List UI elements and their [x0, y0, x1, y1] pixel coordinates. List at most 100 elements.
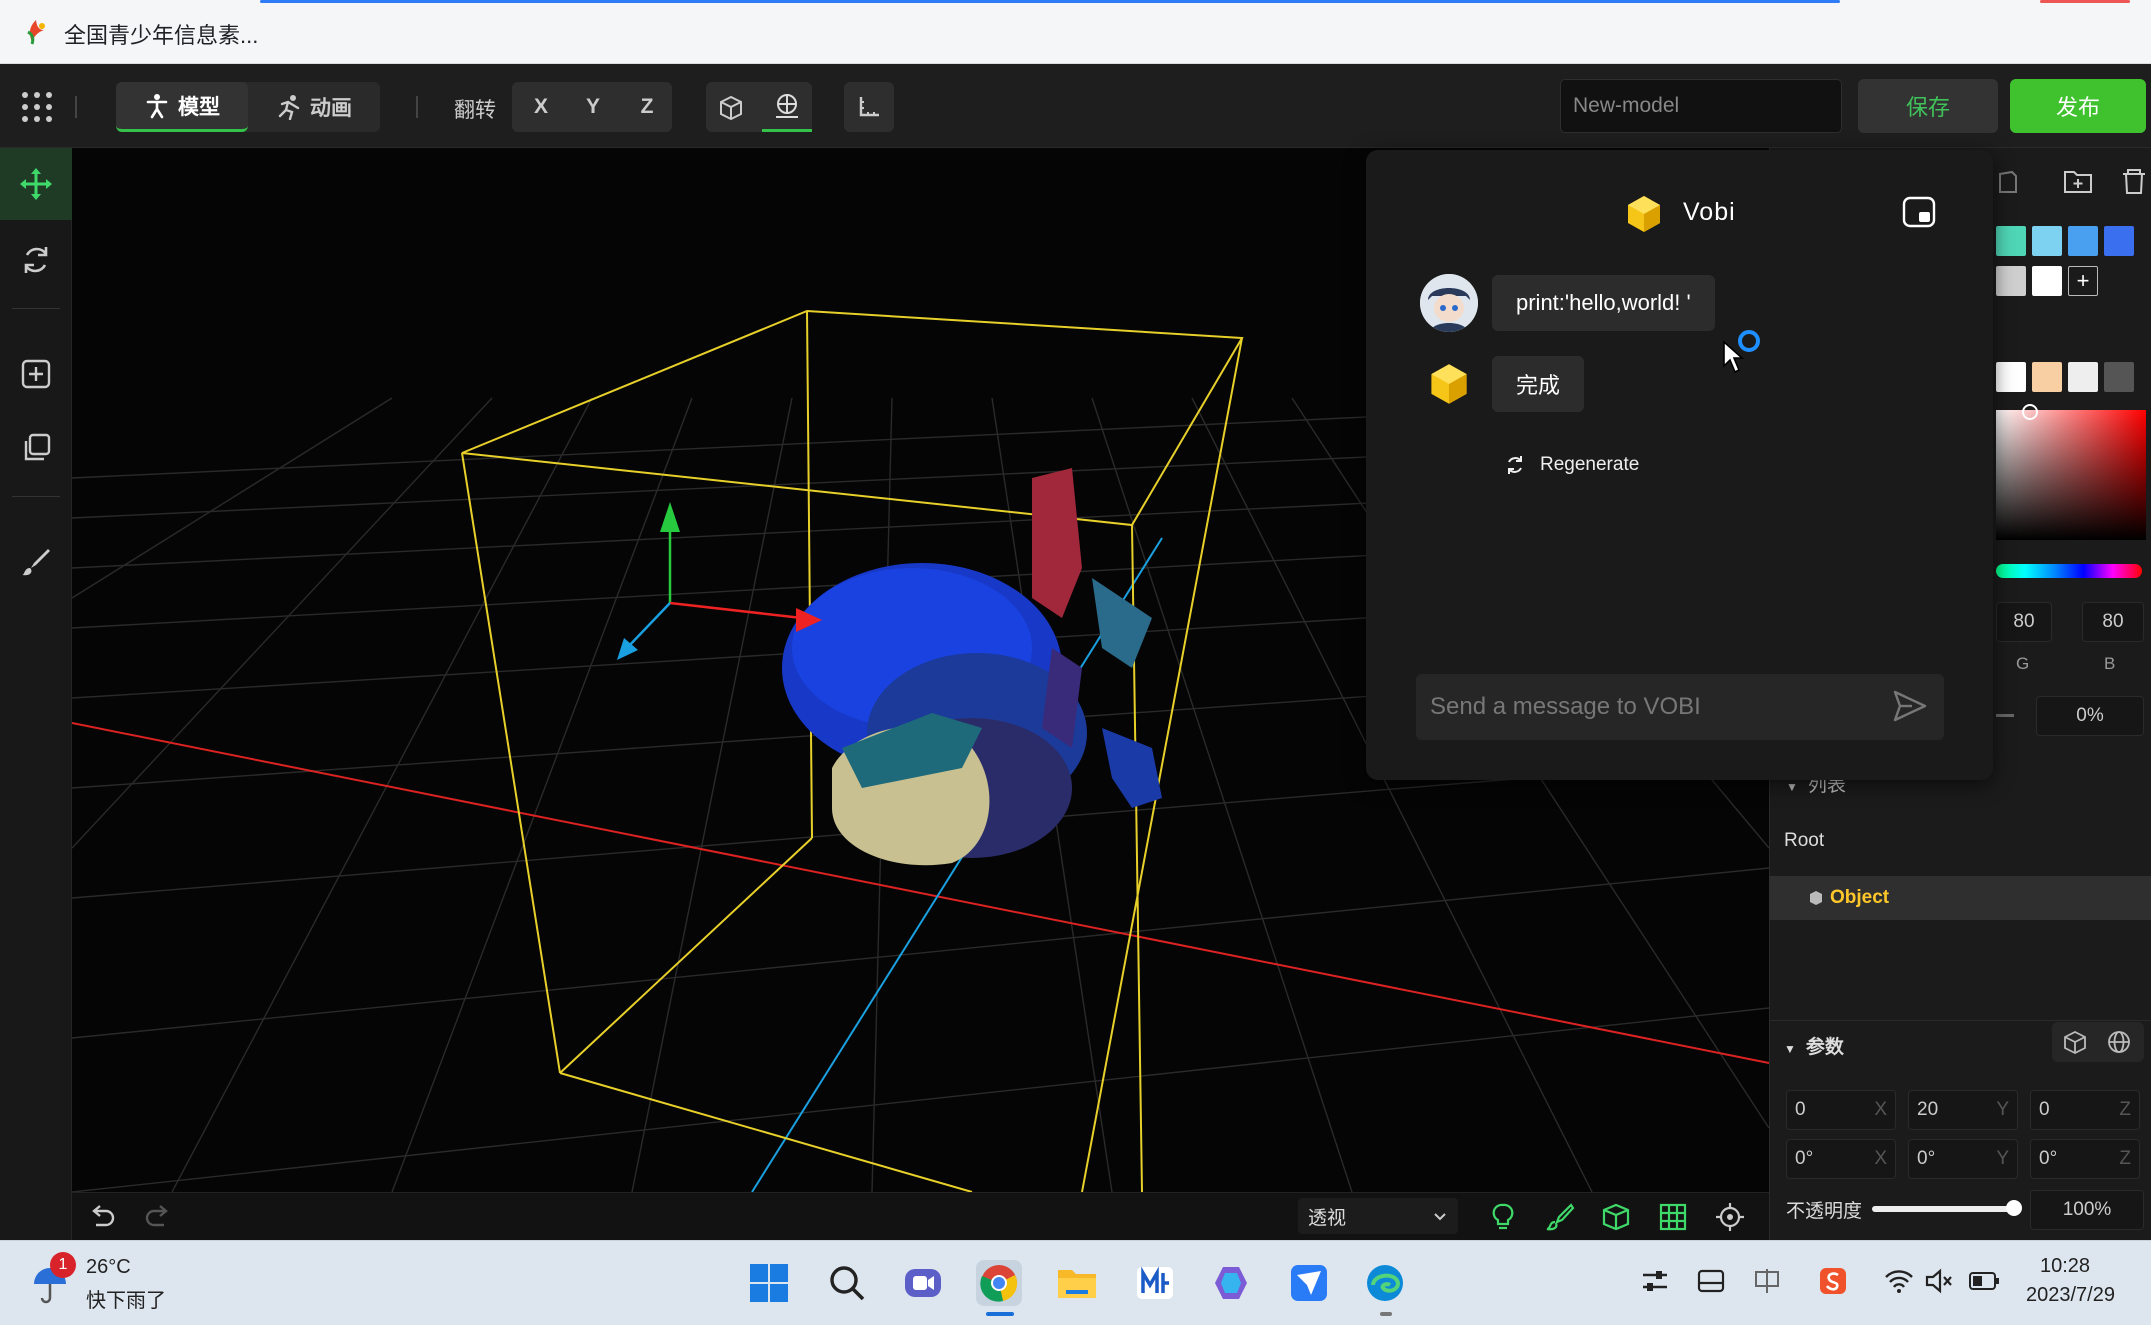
- speaker-muted-icon[interactable]: [1924, 1268, 1954, 1294]
- input-method-icon[interactable]: [1752, 1266, 1782, 1296]
- taskbar-search-button[interactable]: [824, 1260, 870, 1306]
- user-avatar-icon: [1420, 274, 1478, 332]
- taskbar-edge-button[interactable]: [1362, 1260, 1408, 1306]
- rotation-z-input[interactable]: 0° Z: [2030, 1139, 2140, 1179]
- color-swatch[interactable]: [2068, 362, 2098, 392]
- hue-slider[interactable]: [1996, 564, 2142, 578]
- save-button[interactable]: 保存: [1858, 79, 1998, 133]
- tree-root[interactable]: Root: [1784, 830, 1824, 852]
- person-standing-icon: [146, 93, 168, 118]
- axes-toggle-button[interactable]: [844, 82, 894, 132]
- publish-button[interactable]: 发布: [2010, 79, 2146, 133]
- position-x-input[interactable]: 0X: [1786, 1090, 1896, 1130]
- color-swatch[interactable]: [2032, 226, 2062, 256]
- rotation-x-input[interactable]: 0° X: [1786, 1139, 1896, 1179]
- regenerate-button[interactable]: Regenerate: [1504, 454, 1639, 476]
- globe-grid-icon: [776, 93, 798, 118]
- battery-icon[interactable]: [1968, 1270, 2000, 1292]
- redo-icon[interactable]: [144, 1203, 172, 1231]
- color-swatch[interactable]: [2032, 266, 2062, 296]
- alpha-slider-mark[interactable]: [1996, 714, 2014, 717]
- blue-value-input[interactable]: 80: [2082, 602, 2144, 642]
- model-name-input[interactable]: New-model: [1560, 79, 1842, 133]
- flip-z-button[interactable]: Z: [620, 82, 674, 132]
- position-y-input[interactable]: 20 Y: [1908, 1090, 2018, 1130]
- chat-message-input[interactable]: Send a message to VOBI: [1416, 674, 1944, 740]
- position-z-input[interactable]: 0Z: [2030, 1090, 2140, 1130]
- opacity-slider-handle[interactable]: [2006, 1200, 2022, 1216]
- folder-add-icon[interactable]: [2062, 166, 2094, 196]
- animation-mode-tab[interactable]: 动画: [250, 82, 378, 132]
- trash-icon[interactable]: [2118, 166, 2150, 196]
- green-value-input[interactable]: 80: [1996, 602, 2052, 642]
- color-swatch[interactable]: [1996, 266, 2026, 296]
- params-toggle[interactable]: ▼ 参数: [1784, 1032, 1844, 1059]
- tab-title[interactable]: 全国青少年信息素...: [64, 18, 258, 50]
- taskbar-explorer-button[interactable]: [1054, 1260, 1100, 1306]
- local-space-button[interactable]: [706, 82, 756, 132]
- taskbar-teams-button[interactable]: [900, 1260, 946, 1306]
- opacity-slider-track[interactable]: [1872, 1206, 2016, 1212]
- axes-corner-icon: [859, 97, 879, 117]
- cube-box-icon[interactable]: [2062, 1030, 2088, 1054]
- opacity-value-input[interactable]: 100%: [2030, 1190, 2144, 1230]
- light-bulb-icon[interactable]: [1488, 1202, 1518, 1232]
- duplicate-button[interactable]: [0, 412, 72, 484]
- chat-input-placeholder: Send a message to VOBI: [1430, 693, 1701, 720]
- saturation-picker[interactable]: [1996, 410, 2146, 540]
- weather-description[interactable]: 快下雨了: [86, 1284, 166, 1313]
- flip-y-button[interactable]: Y: [566, 82, 620, 132]
- sogou-ime-icon[interactable]: [1818, 1266, 1848, 1296]
- rotate-tool-button[interactable]: [0, 224, 72, 296]
- paint-tool-button[interactable]: [0, 526, 72, 598]
- color-swatch[interactable]: [1996, 362, 2026, 392]
- taskbar-copilot-button[interactable]: [1208, 1260, 1254, 1306]
- axis-label: Y: [1996, 1148, 2009, 1169]
- user-message-text: print:'hello,world! ': [1516, 290, 1691, 315]
- globe-icon[interactable]: [2106, 1030, 2132, 1054]
- world-space-button[interactable]: [762, 82, 812, 132]
- site-favicon-icon: [27, 20, 45, 45]
- grid-icon[interactable]: [1658, 1202, 1688, 1232]
- color-swatch[interactable]: [1996, 226, 2026, 256]
- send-icon[interactable]: [1892, 688, 1928, 724]
- cube-outline-icon[interactable]: [1601, 1202, 1631, 1232]
- voxel-model[interactable]: [782, 468, 1162, 866]
- axis-label: Z: [2119, 1099, 2131, 1120]
- focus-target-icon[interactable]: [1715, 1202, 1745, 1232]
- color-swatch[interactable]: [2068, 226, 2098, 256]
- saturation-handle[interactable]: [2022, 404, 2038, 420]
- model-mode-tab[interactable]: 模型: [116, 82, 248, 132]
- settings-sliders-icon[interactable]: [1640, 1266, 1670, 1296]
- page-icon[interactable]: [1994, 168, 2022, 196]
- wifi-icon[interactable]: [1884, 1268, 1914, 1294]
- add-object-button[interactable]: [0, 338, 72, 410]
- start-button[interactable]: [746, 1260, 792, 1306]
- apps-grid-icon[interactable]: [20, 90, 54, 124]
- tablet-mode-icon[interactable]: [1696, 1266, 1726, 1296]
- add-swatch-button[interactable]: +: [2068, 266, 2098, 296]
- taskbar-mail-app-button[interactable]: [1132, 1260, 1178, 1306]
- camera-view-select[interactable]: 透视: [1298, 1198, 1458, 1234]
- clock-date[interactable]: 2023/7/29: [2026, 1284, 2115, 1307]
- blue-label: B: [2104, 654, 2116, 673]
- weather-temperature[interactable]: 26°C: [86, 1256, 131, 1279]
- clock-time[interactable]: 10:28: [2040, 1255, 2090, 1278]
- picture-in-picture-icon[interactable]: [1902, 196, 1936, 228]
- taskbar-chrome-button[interactable]: [976, 1260, 1022, 1306]
- flip-x-button[interactable]: X: [514, 82, 568, 132]
- tree-item-object[interactable]: [1769, 876, 2151, 920]
- alpha-value-input[interactable]: 0%: [2036, 696, 2144, 736]
- taskbar-feishu-button[interactable]: [1286, 1260, 1332, 1306]
- move-tool-button[interactable]: [0, 148, 72, 220]
- color-swatch[interactable]: [2104, 362, 2134, 392]
- copy-icon: [24, 433, 51, 461]
- color-swatch[interactable]: [2032, 362, 2062, 392]
- color-swatch[interactable]: [2104, 226, 2134, 256]
- vobi-bot-avatar-icon: [1431, 364, 1467, 404]
- paint-brush-icon[interactable]: [1545, 1202, 1575, 1232]
- undo-icon[interactable]: [88, 1203, 116, 1231]
- brush-icon: [22, 549, 50, 576]
- regenerate-label: Regenerate: [1540, 454, 1640, 475]
- rotation-y-input[interactable]: 0° Y: [1908, 1139, 2018, 1179]
